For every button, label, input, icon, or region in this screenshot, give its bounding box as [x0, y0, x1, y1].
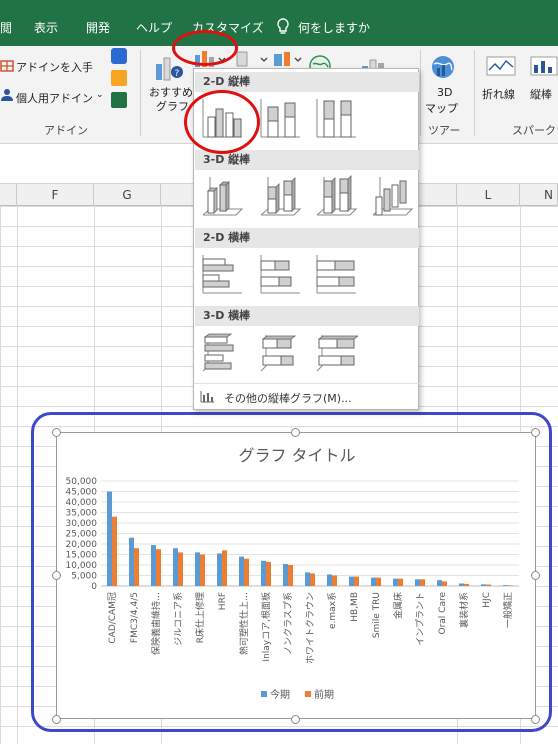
3d-clustered-column-icon[interactable]: [200, 173, 244, 219]
visio-icon[interactable]: [111, 48, 127, 64]
section-3d-bar: 3-D 横棒: [195, 306, 419, 326]
3d-map-icon[interactable]: [428, 54, 458, 83]
3d-map-label-2[interactable]: マップ: [425, 100, 458, 116]
svg-text:?: ?: [175, 69, 180, 79]
3d-map-label-1[interactable]: 3D: [437, 86, 452, 99]
addins-group-label: アドイン: [44, 124, 88, 137]
column-header-g[interactable]: G: [94, 184, 161, 206]
column-header-f[interactable]: F: [17, 184, 94, 206]
100-stacked-column-icon[interactable]: [314, 95, 358, 141]
sparkline-line-icon[interactable]: [486, 56, 516, 79]
get-addins-button[interactable]: アドインを入手: [16, 59, 93, 75]
column-header-partial[interactable]: [0, 184, 17, 206]
100-stacked-bar-icon[interactable]: [314, 251, 358, 297]
annotation-circle-clustered-column: [184, 90, 260, 154]
column-chart-small-icon: [200, 391, 214, 406]
chevron-down-icon[interactable]: ⌄: [96, 90, 104, 100]
3d-stacked-bar-icon[interactable]: [258, 329, 302, 375]
annotation-circle-dropdown: [172, 30, 238, 66]
tours-group-label: ツアー: [428, 124, 461, 137]
recommended-charts-label-2[interactable]: グラフ: [156, 98, 189, 114]
3d-column-icon[interactable]: [370, 173, 414, 219]
grid-line: [17, 206, 18, 744]
menu-bar: 閲 表示 開発 ヘルプ カスタマイズ 何をしますか: [0, 6, 558, 46]
3d-clustered-bar-icon[interactable]: [200, 329, 244, 375]
sparkline-line-button[interactable]: 折れ線: [482, 86, 515, 102]
section-2d-column: 2-D 縦棒: [195, 72, 419, 92]
stacked-bar-icon[interactable]: [258, 251, 302, 297]
3d-100-stacked-column-icon[interactable]: [314, 173, 358, 219]
person-icon: [0, 88, 14, 105]
column-header-l[interactable]: L: [457, 184, 520, 206]
menu-review[interactable]: 閲: [0, 19, 12, 36]
menu-view[interactable]: 表示: [34, 19, 58, 36]
column-header-n[interactable]: N: [520, 184, 558, 206]
ribbon-separator: [474, 50, 475, 136]
my-addins-button[interactable]: 個人用アドイン: [16, 90, 93, 106]
lightbulb-icon: [276, 18, 290, 39]
section-2d-bar: 2-D 横棒: [195, 228, 419, 248]
annotation-highlight-box: [31, 412, 552, 732]
store-icon[interactable]: [0, 58, 14, 75]
menu-help[interactable]: ヘルプ: [136, 19, 172, 36]
ribbon-separator: [140, 50, 141, 136]
stacked-column-icon[interactable]: [258, 95, 302, 141]
sparkline-column-button[interactable]: 縦棒: [530, 86, 552, 102]
bing-icon[interactable]: [111, 70, 127, 86]
ribbon-separator: [420, 50, 421, 136]
3d-stacked-column-icon[interactable]: [258, 173, 302, 219]
3d-100-stacked-bar-icon[interactable]: [314, 329, 360, 375]
menu-developer[interactable]: 開発: [86, 19, 110, 36]
tell-me-input[interactable]: 何をしますか: [298, 19, 370, 36]
more-column-charts-label: その他の縦棒グラフ(M)...: [224, 392, 352, 405]
sparkline-column-icon[interactable]: [530, 56, 558, 79]
more-column-charts-button[interactable]: その他の縦棒グラフ(M)...: [194, 383, 420, 410]
clustered-bar-icon[interactable]: [200, 251, 244, 297]
sparklines-group-label: スパークラ: [512, 124, 558, 137]
people-graph-icon[interactable]: [111, 92, 127, 108]
